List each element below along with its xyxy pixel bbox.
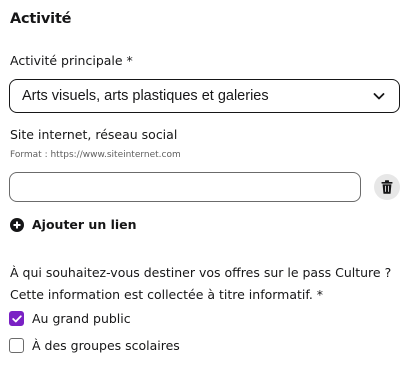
chevron-down-icon <box>373 93 385 100</box>
delete-link-button[interactable] <box>374 174 400 200</box>
add-link-button[interactable]: Ajouter un lien <box>10 217 137 232</box>
plus-circle-icon <box>10 217 24 232</box>
checkbox-school-groups-label: À des groupes scolaires <box>32 338 180 353</box>
check-icon <box>11 314 22 322</box>
main-activity-label: Activité principale * <box>10 53 133 68</box>
main-activity-select[interactable]: Arts visuels, arts plastiques et galerie… <box>9 79 400 113</box>
website-help-text: Format : https://www.siteinternet.com <box>10 150 181 160</box>
section-title: Activité <box>10 11 72 27</box>
audience-question: À qui souhaitez-vous destiner vos offres… <box>10 262 410 306</box>
main-activity-selected-value: Arts visuels, arts plastiques et galerie… <box>22 88 269 104</box>
checkbox-school-groups[interactable] <box>9 338 24 353</box>
audience-question-line-1: À qui souhaitez-vous destiner vos offres… <box>10 265 392 280</box>
audience-question-line-2: Cette information est collectée à titre … <box>10 287 324 302</box>
checkbox-general-public[interactable] <box>9 311 24 326</box>
add-link-label: Ajouter un lien <box>32 217 137 232</box>
checkbox-row-general-public[interactable]: Au grand public <box>9 311 131 326</box>
checkbox-general-public-label: Au grand public <box>32 311 131 326</box>
checkbox-row-school-groups[interactable]: À des groupes scolaires <box>9 338 180 353</box>
website-input[interactable] <box>9 172 361 202</box>
website-label: Site internet, réseau social <box>10 127 178 142</box>
trash-icon <box>381 180 393 194</box>
